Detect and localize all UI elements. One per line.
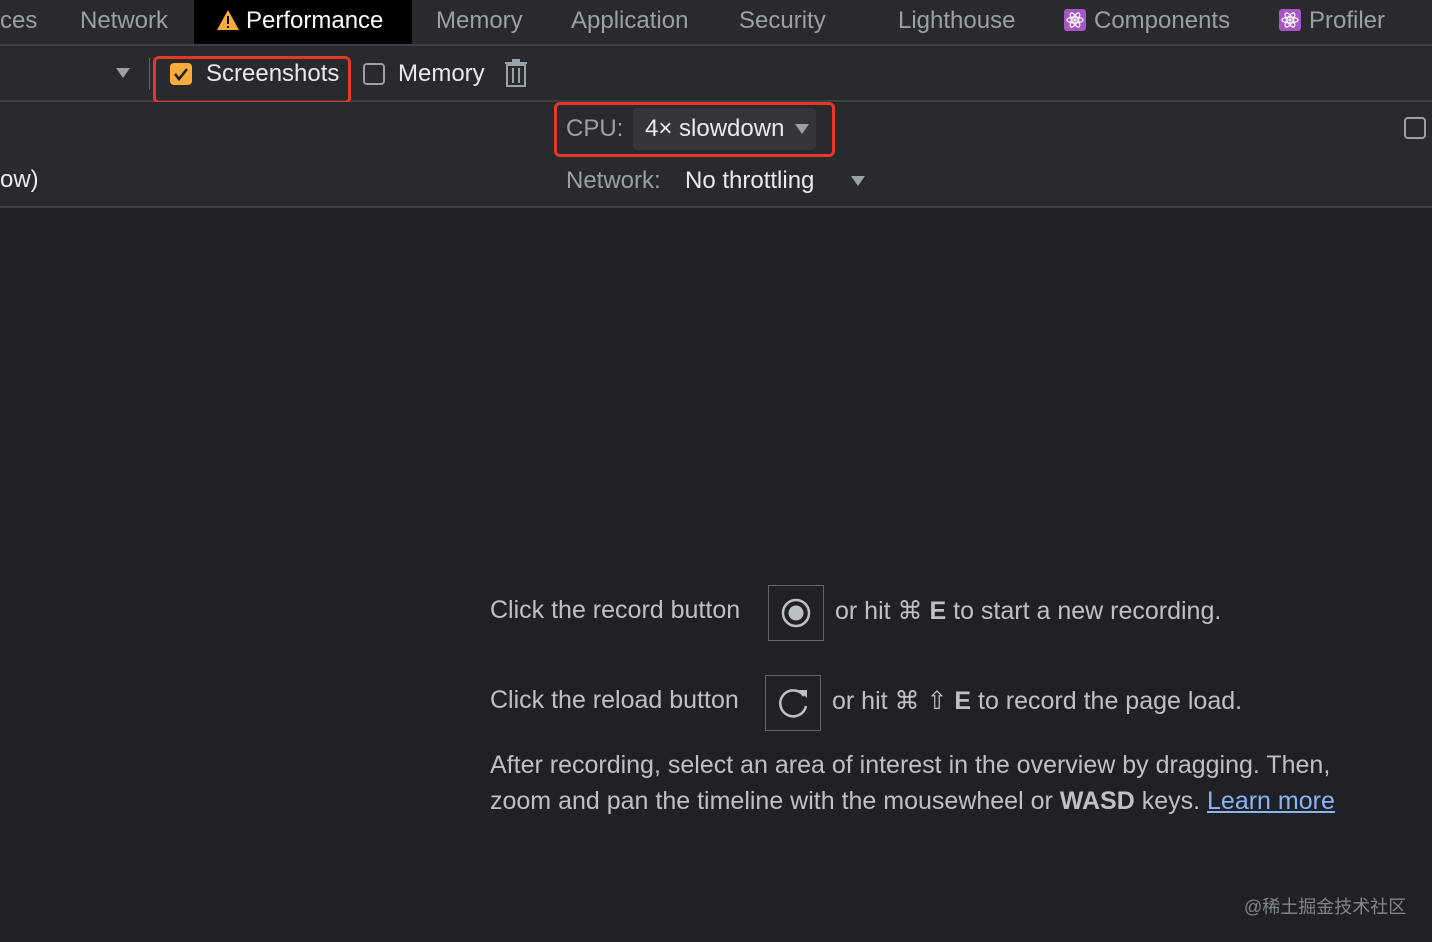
tab-lighthouse[interactable]: Lighthouse (898, 0, 1015, 44)
warning-icon (216, 3, 240, 45)
network-label: Network: (566, 167, 661, 194)
toolbar-divider (149, 58, 150, 90)
tab-label: Profiler (1309, 7, 1386, 34)
cpu-throttling-value: 4× slowdown (645, 115, 785, 142)
reload-icon (779, 689, 808, 718)
screenshots-label[interactable]: Screenshots (206, 60, 339, 88)
info-text-line-2: zoom and pan the timeline with the mouse… (490, 787, 1335, 816)
cpu-label: CPU: (566, 115, 624, 142)
network-throttling-value[interactable]: No throttling (685, 167, 814, 195)
record-button[interactable] (768, 585, 824, 641)
tab-label: Components (1094, 7, 1231, 34)
cpu-throttling-select[interactable]: 4× slowdown (633, 108, 816, 150)
record-shortcut-suffix: to start a new recording. (946, 597, 1222, 625)
trash-icon[interactable] (503, 58, 529, 93)
watermark: @稀土掘金技术社区 (1244, 897, 1407, 917)
info-text-part: keys. (1134, 787, 1208, 815)
record-icon (781, 598, 811, 628)
screenshots-checkbox[interactable] (170, 63, 192, 85)
tab-label: Performance (246, 7, 384, 34)
tab-security[interactable]: Security (739, 0, 826, 44)
reload-shortcut-key: E (954, 687, 972, 715)
info-text-line-1: After recording, select an area of inter… (490, 751, 1331, 779)
tab-label: ces (0, 7, 38, 34)
tab-performance[interactable]: Performance (194, 0, 412, 44)
tab-label: Security (739, 7, 826, 34)
memory-label[interactable]: Memory (398, 60, 485, 88)
devtools-performance-panel: ces Network Performance Memory Applicati… (0, 0, 1432, 942)
reload-instruction-prefix: Click the reload button (490, 686, 739, 714)
reload-instruction-suffix: or hit ⌘ ⇧ E to record the page load. (832, 686, 1242, 716)
reload-shortcut-prefix: or hit ⌘ ⇧ (832, 687, 955, 715)
settings-fragment-label: ow) (0, 166, 39, 193)
tab-label: Network (80, 7, 169, 34)
tab-sources[interactable]: ces (0, 0, 50, 44)
tab-profiler[interactable]: Profiler (1279, 0, 1385, 44)
performance-toolbar: Screenshots Memory (0, 46, 1432, 104)
chevron-down-icon (795, 124, 809, 134)
info-text-part: zoom and pan the timeline with the mouse… (490, 787, 1060, 815)
record-shortcut-key: E (929, 597, 947, 625)
devtools-tab-bar: ces Network Performance Memory Applicati… (0, 0, 1432, 46)
reload-shortcut-suffix: to record the page load. (971, 687, 1243, 715)
react-icon (1279, 9, 1301, 31)
chevron-down-icon[interactable] (116, 68, 130, 78)
chevron-down-icon[interactable] (851, 176, 865, 186)
memory-checkbox[interactable] (363, 63, 385, 85)
record-shortcut-prefix: or hit ⌘ (835, 597, 930, 625)
tab-components[interactable]: Components (1064, 0, 1230, 44)
tab-label: Lighthouse (898, 7, 1016, 34)
settings-checkbox[interactable] (1404, 117, 1426, 139)
reload-button[interactable] (765, 675, 821, 731)
learn-more-link[interactable]: Learn more (1207, 787, 1335, 815)
checkmark-icon (173, 68, 189, 82)
record-instruction-prefix: Click the record button (490, 596, 741, 624)
react-icon (1064, 9, 1086, 31)
tab-label: Memory (436, 7, 523, 34)
tab-network[interactable]: Network (80, 0, 168, 44)
tab-application[interactable]: Application (571, 0, 688, 44)
tab-memory[interactable]: Memory (436, 0, 523, 44)
throttling-settings: ow) CPU: 4× slowdown Network: No throttl… (0, 102, 1432, 208)
wasd-keys: WASD (1059, 787, 1135, 815)
record-instruction-suffix: or hit ⌘ E to start a new recording. (835, 596, 1221, 626)
tab-label: Application (571, 7, 689, 34)
